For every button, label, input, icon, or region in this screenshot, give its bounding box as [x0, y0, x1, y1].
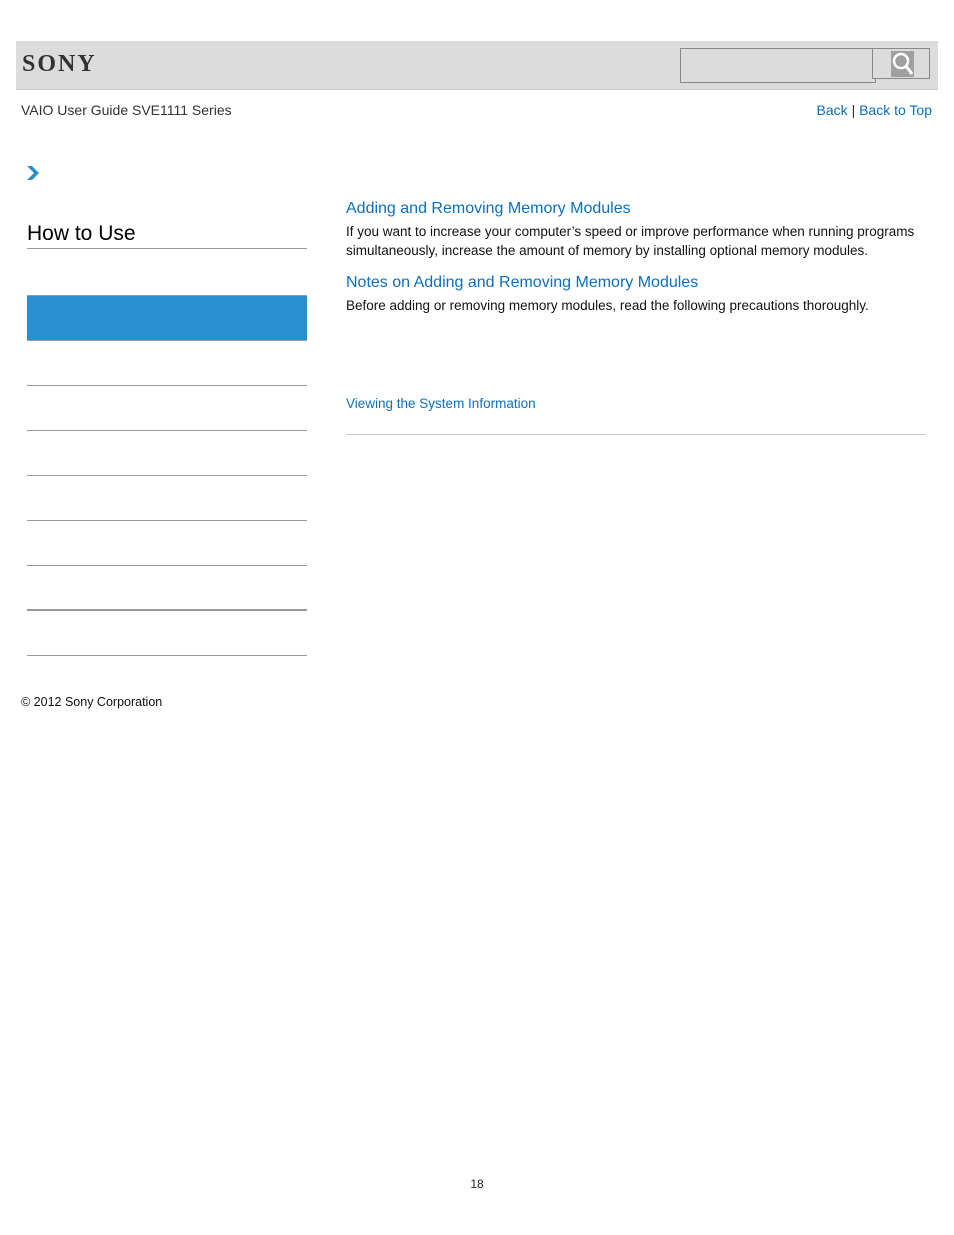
search-icon [891, 51, 914, 77]
topic-item: Notes on Adding and Removing Memory Modu… [346, 274, 926, 315]
topic-title-link[interactable]: Notes on Adding and Removing Memory Modu… [346, 274, 926, 292]
copyright: © 2012 Sony Corporation [21, 695, 163, 709]
back-to-top-link[interactable]: Back to Top [859, 102, 932, 118]
link-separator: | [851, 102, 856, 118]
sidebar-title: How to Use [27, 222, 307, 249]
sidebar-item[interactable] [27, 431, 307, 476]
divider [346, 434, 926, 435]
search-input[interactable] [680, 48, 876, 83]
main-content: Adding and Removing Memory Modules If yo… [346, 200, 926, 315]
topic-description: If you want to increase your computer’s … [346, 224, 915, 258]
back-link[interactable]: Back [817, 102, 848, 118]
topic-description: Before adding or removing memory modules… [346, 298, 869, 313]
sidebar-item-active[interactable] [27, 295, 307, 341]
search-button[interactable] [872, 48, 930, 79]
top-links: Back | Back to Top [817, 102, 932, 118]
topic-title-link[interactable]: Adding and Removing Memory Modules [346, 200, 926, 218]
topic-item: Adding and Removing Memory Modules If yo… [346, 200, 926, 260]
guide-title: VAIO User Guide SVE1111 Series [21, 102, 232, 118]
chevron-right-icon [27, 166, 39, 180]
sidebar-item[interactable] [27, 521, 307, 566]
breadcrumb[interactable] [26, 165, 40, 186]
related-link[interactable]: Viewing the System Information [346, 396, 536, 411]
sidebar-item[interactable] [27, 611, 307, 656]
sony-logo: SONY [22, 51, 97, 77]
sidebar-item[interactable] [27, 476, 307, 521]
sidebar-item[interactable] [27, 386, 307, 431]
site-header: SONY [16, 41, 938, 90]
sidebar-item[interactable] [27, 341, 307, 386]
sidebar-item[interactable] [27, 566, 307, 611]
sidebar-nav [27, 295, 307, 656]
page-number: 18 [470, 1177, 484, 1191]
